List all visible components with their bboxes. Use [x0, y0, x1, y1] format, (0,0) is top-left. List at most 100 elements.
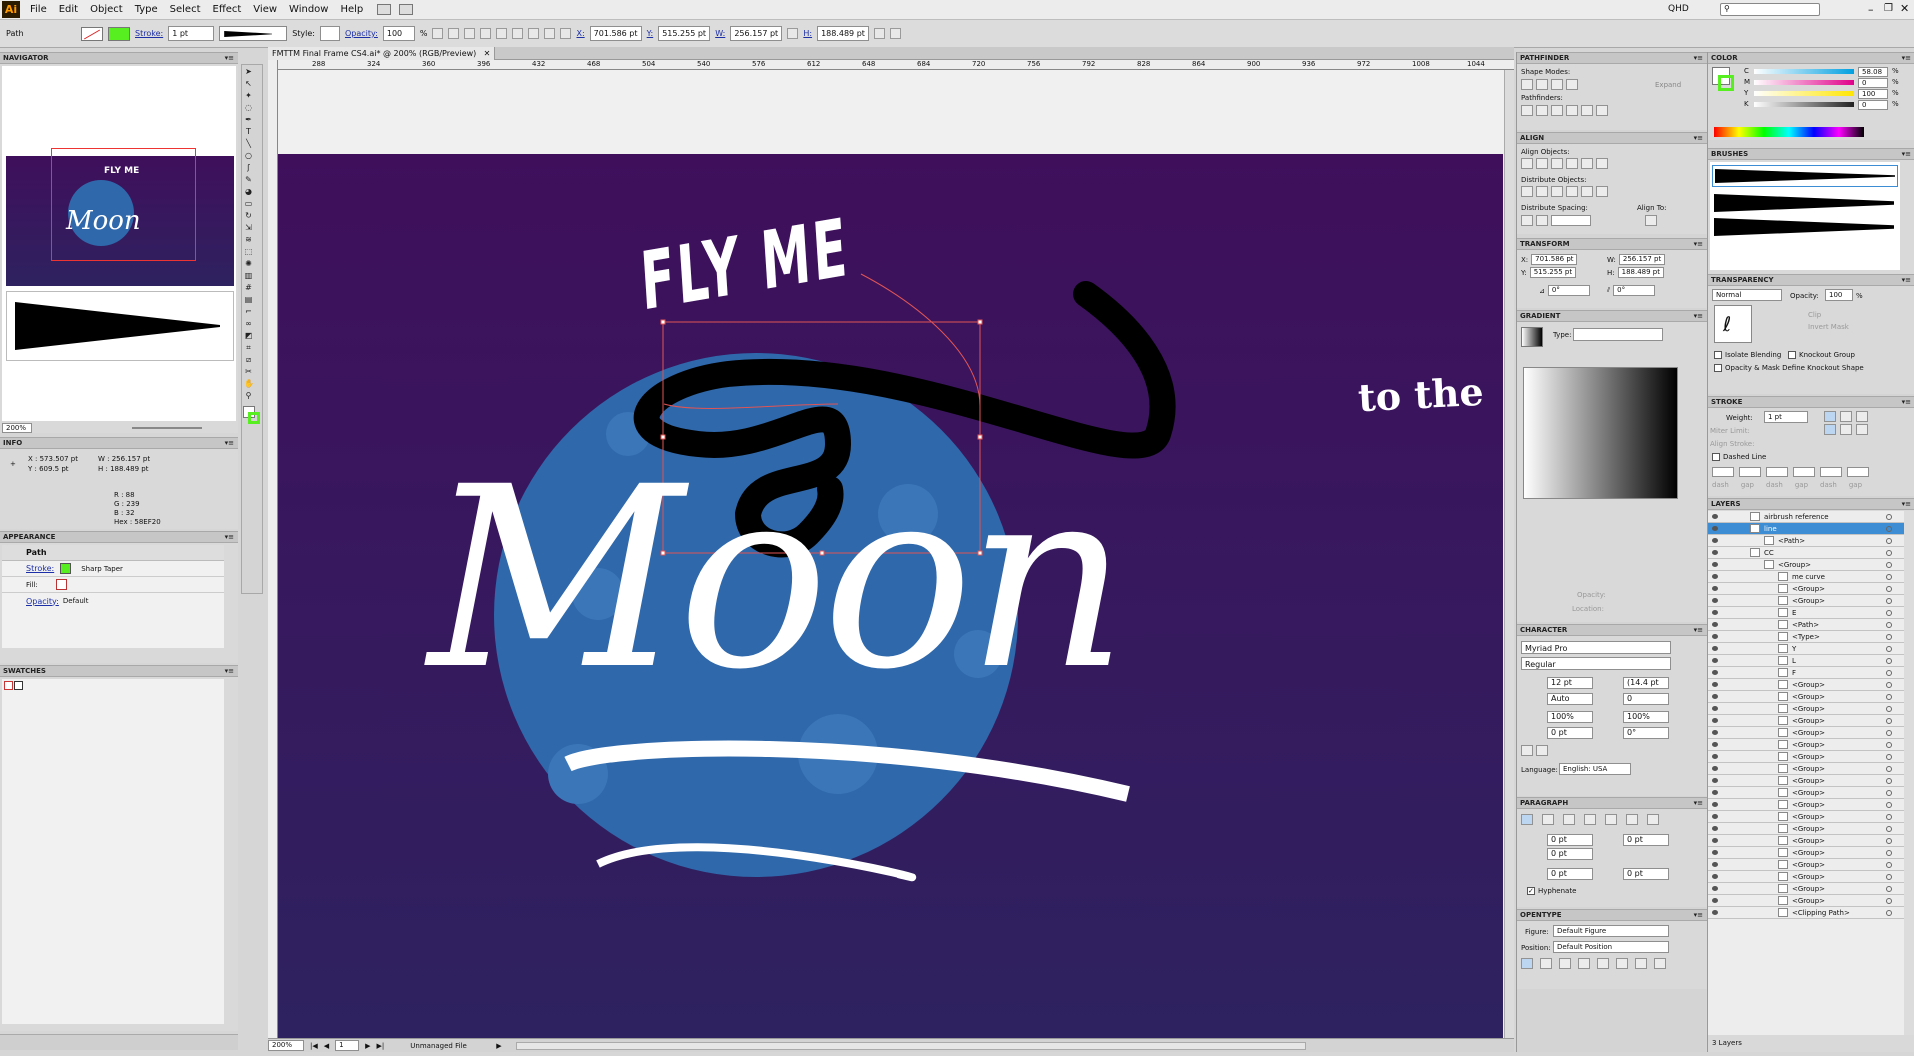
scissors-tool-icon[interactable]: ✂	[243, 366, 254, 377]
gradient-swatch[interactable]	[1521, 327, 1543, 347]
opacity-mask-checkbox[interactable]	[1714, 364, 1722, 372]
warp-tool-icon[interactable]: ≋	[243, 234, 254, 245]
workspace-switcher[interactable]: QHD	[1668, 4, 1689, 14]
layer-row[interactable]: <Group>	[1708, 763, 1904, 775]
font-family-dropdown[interactable]: Myriad Pro	[1521, 641, 1671, 654]
navigator-zoom-slider[interactable]	[132, 427, 202, 429]
visibility-eye-icon[interactable]	[1712, 550, 1718, 555]
menu-select[interactable]: Select	[164, 0, 207, 20]
target-circle-icon[interactable]	[1886, 526, 1892, 532]
document-tab[interactable]: FMTTM Final Frame CS4.ai* @ 200% (RGB/Pr…	[268, 47, 496, 60]
pencil-tool-icon[interactable]: ✎	[243, 174, 254, 185]
artboard[interactable]: FLY ME to the Moon	[278, 154, 1503, 1038]
stroke-color-chip[interactable]	[60, 563, 72, 574]
color-channel-slider[interactable]	[1754, 69, 1854, 74]
layer-row[interactable]: line	[1708, 523, 1904, 535]
restore-button[interactable]: ❐	[1884, 3, 1893, 14]
layer-row[interactable]: <Group>	[1708, 847, 1904, 859]
menu-view[interactable]: View	[247, 0, 283, 20]
miter-join-icon[interactable]	[1824, 424, 1836, 435]
title-text[interactable]: Moon	[428, 454, 1128, 704]
transform-h-field[interactable]: 188.489 pt	[1617, 267, 1664, 278]
brush-item[interactable]	[1714, 218, 1894, 236]
target-circle-icon[interactable]	[1886, 586, 1892, 592]
first-page-icon[interactable]: |◀	[310, 1042, 318, 1050]
menu-help[interactable]: Help	[334, 0, 369, 20]
outline-icon[interactable]	[1581, 105, 1593, 116]
target-circle-icon[interactable]	[1886, 862, 1892, 868]
target-circle-icon[interactable]	[1886, 514, 1892, 520]
target-circle-icon[interactable]	[1886, 826, 1892, 832]
align-left-icon[interactable]	[464, 28, 476, 39]
layer-row[interactable]: <Clipping Path>	[1708, 907, 1904, 919]
menu-effect[interactable]: Effect	[207, 0, 248, 20]
discretionary-ligatures-icon[interactable]	[1559, 958, 1571, 969]
space-before-field[interactable]: 0 pt	[1547, 868, 1593, 880]
navigator-tab[interactable]: NAVIGATOR ▾≡	[0, 53, 238, 64]
target-circle-icon[interactable]	[1886, 838, 1892, 844]
space-horizontal-icon[interactable]	[1536, 215, 1548, 226]
color-stroke-proxy[interactable]	[1718, 75, 1734, 91]
contextual-alternates-icon[interactable]	[1540, 958, 1552, 969]
kerning-field[interactable]: Auto	[1547, 693, 1593, 705]
gradient-tool-icon[interactable]: ▤	[243, 294, 254, 305]
transparency-tab[interactable]: TRANSPARENCY ▾≡	[1708, 275, 1914, 286]
visibility-eye-icon[interactable]	[1712, 646, 1718, 651]
swash-icon[interactable]	[1578, 958, 1590, 969]
layer-row[interactable]: <Group>	[1708, 895, 1904, 907]
h-field[interactable]: 188.489 pt	[817, 26, 870, 41]
target-circle-icon[interactable]	[1886, 910, 1892, 916]
hand-tool-icon[interactable]: ✋	[243, 378, 254, 389]
layer-row[interactable]: <Group>	[1708, 703, 1904, 715]
dash-field[interactable]	[1712, 467, 1734, 477]
brush-item[interactable]	[1714, 194, 1894, 212]
transform-y-field[interactable]: 515.255 pt	[1529, 267, 1576, 278]
unite-icon[interactable]	[1521, 79, 1533, 90]
transparency-opacity-field[interactable]: 100	[1825, 289, 1853, 301]
target-circle-icon[interactable]	[1886, 574, 1892, 580]
target-circle-icon[interactable]	[1886, 610, 1892, 616]
layer-row[interactable]: Y	[1708, 643, 1904, 655]
target-circle-icon[interactable]	[1886, 646, 1892, 652]
target-circle-icon[interactable]	[1886, 790, 1892, 796]
fill-swatch[interactable]	[81, 26, 103, 41]
target-circle-icon[interactable]	[1886, 694, 1892, 700]
arrange-documents-icon[interactable]	[399, 4, 414, 15]
visibility-eye-icon[interactable]	[1712, 706, 1718, 711]
layer-row[interactable]: airbrush reference	[1708, 511, 1904, 523]
next-page-icon[interactable]: ▶	[365, 1042, 370, 1050]
transform-menu-icon[interactable]	[874, 28, 886, 39]
zoom-tool-icon[interactable]: ⚲	[243, 390, 254, 401]
layer-row[interactable]: <Group>	[1708, 691, 1904, 703]
target-circle-icon[interactable]	[1886, 730, 1892, 736]
menu-window[interactable]: Window	[283, 0, 334, 20]
target-circle-icon[interactable]	[1886, 706, 1892, 712]
fill-none-chip[interactable]	[55, 579, 67, 590]
layer-row[interactable]: <Group>	[1708, 835, 1904, 847]
vertical-scale-field[interactable]: 100%	[1547, 711, 1593, 723]
layer-row[interactable]: F	[1708, 667, 1904, 679]
side-text[interactable]: to the	[1357, 369, 1485, 421]
color-channel-field[interactable]: 0	[1858, 78, 1888, 88]
expand-button[interactable]: Expand	[1655, 81, 1681, 89]
trim-icon[interactable]	[1536, 105, 1548, 116]
last-page-icon[interactable]: ▶|	[377, 1042, 385, 1050]
visibility-eye-icon[interactable]	[1712, 670, 1718, 675]
justify-right-icon[interactable]	[1626, 814, 1638, 825]
dist-bottom-icon[interactable]	[1551, 186, 1563, 197]
layer-row[interactable]: E	[1708, 607, 1904, 619]
gradient-tab[interactable]: GRADIENT ▾≡	[1517, 311, 1707, 322]
layer-row[interactable]: <Group>	[1708, 559, 1904, 571]
target-circle-icon[interactable]	[1886, 766, 1892, 772]
align-tab[interactable]: ALIGN ▾≡	[1517, 133, 1707, 144]
left-indent-field[interactable]: 0 pt	[1547, 834, 1593, 846]
baseline-shift-field[interactable]: 0 pt	[1547, 727, 1593, 739]
line-tool-icon[interactable]: ╲	[243, 138, 254, 149]
hyphenate-checkbox[interactable]: ✓	[1527, 887, 1535, 895]
close-tab-icon[interactable]: ✕	[484, 47, 491, 60]
visibility-eye-icon[interactable]	[1712, 562, 1718, 567]
valign-top-icon[interactable]	[1566, 158, 1578, 169]
halign-center-icon[interactable]	[1536, 158, 1548, 169]
layers-tab[interactable]: LAYERS ▾≡	[1708, 499, 1914, 510]
horizontal-scrollbar[interactable]	[515, 1041, 1306, 1050]
